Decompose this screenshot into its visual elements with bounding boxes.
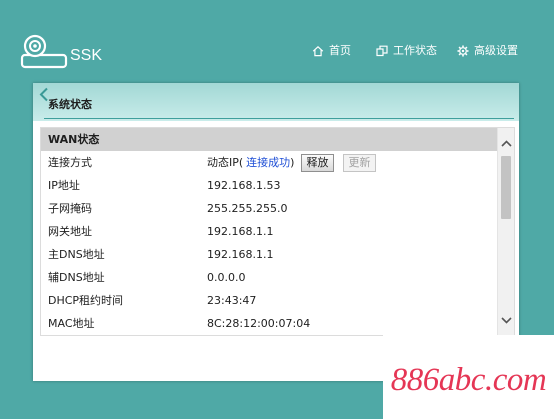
connection-suffix: ) — [290, 156, 295, 169]
row-value: 动态IP(连接成功) — [207, 151, 294, 174]
scrollbar-thumb[interactable] — [501, 156, 511, 219]
wan-row-primary-dns: 主DNS地址 192.168.1.1 — [41, 243, 497, 266]
section-title: WAN状态 — [48, 133, 100, 146]
wan-row-dhcp-lease: DHCP租约时间 23:43:47 — [41, 289, 497, 312]
wan-row-mac-address: MAC地址 8C:28:12:00:07:04 — [41, 312, 497, 335]
wan-row-connection-type: 连接方式 动态IP(连接成功) 释放 更新 — [41, 151, 497, 174]
watermark: 886abc.com — [383, 335, 554, 419]
row-value: 8C:28:12:00:07:04 — [207, 317, 311, 330]
release-button[interactable]: 释放 — [301, 154, 334, 172]
row-value: 192.168.1.1 — [207, 248, 274, 261]
scrollbar[interactable] — [497, 128, 514, 335]
row-value: 192.168.1.53 — [207, 179, 281, 192]
connection-status: 连接成功 — [246, 156, 291, 169]
nav-advanced-settings[interactable]: 高级设置 — [457, 44, 518, 58]
brand-name: SSK — [70, 47, 103, 64]
nav-home-label: 首页 — [329, 44, 351, 57]
status-icon — [376, 45, 388, 57]
connection-type: 动态IP( — [207, 156, 244, 169]
nav-work-status-label: 工作状态 — [393, 44, 437, 57]
gear-icon — [457, 45, 469, 57]
row-label: IP地址 — [48, 179, 80, 192]
row-label: 子网掩码 — [48, 202, 92, 215]
watermark-text: 886abc.com — [390, 362, 547, 398]
nav-home[interactable]: 首页 — [312, 44, 351, 58]
row-value: 255.255.255.0 — [207, 202, 288, 215]
wan-row-secondary-dns: 辅DNS地址 0.0.0.0 — [41, 266, 497, 289]
chevron-down-icon[interactable] — [501, 317, 512, 324]
panel-header — [33, 83, 519, 121]
row-label: 辅DNS地址 — [48, 271, 105, 284]
wan-status-section: WAN状态 连接方式 动态IP(连接成功) 释放 更新 IP地址 192.168… — [40, 127, 515, 336]
header-divider — [44, 118, 514, 119]
row-value: 0.0.0.0 — [207, 271, 246, 284]
scrollbar-track[interactable] — [501, 156, 511, 314]
renew-button[interactable]: 更新 — [343, 154, 376, 172]
row-label: 主DNS地址 — [48, 248, 105, 261]
row-label: MAC地址 — [48, 317, 95, 330]
nav-advanced-settings-label: 高级设置 — [474, 44, 518, 57]
row-label: DHCP租约时间 — [48, 294, 124, 307]
section-header: WAN状态 — [41, 128, 497, 151]
chevron-up-icon[interactable] — [501, 140, 512, 147]
row-label: 连接方式 — [48, 156, 92, 169]
page-title: 系统状态 — [48, 98, 92, 111]
wan-row-gateway: 网关地址 192.168.1.1 — [41, 220, 497, 243]
router-icon — [20, 34, 68, 70]
home-icon — [312, 45, 324, 57]
row-value: 23:43:47 — [207, 294, 257, 307]
row-value: 192.168.1.1 — [207, 225, 274, 238]
nav-work-status[interactable]: 工作状态 — [376, 44, 437, 58]
wan-row-ip-address: IP地址 192.168.1.53 — [41, 174, 497, 197]
row-label: 网关地址 — [48, 225, 92, 238]
wan-row-subnet-mask: 子网掩码 255.255.255.0 — [41, 197, 497, 220]
